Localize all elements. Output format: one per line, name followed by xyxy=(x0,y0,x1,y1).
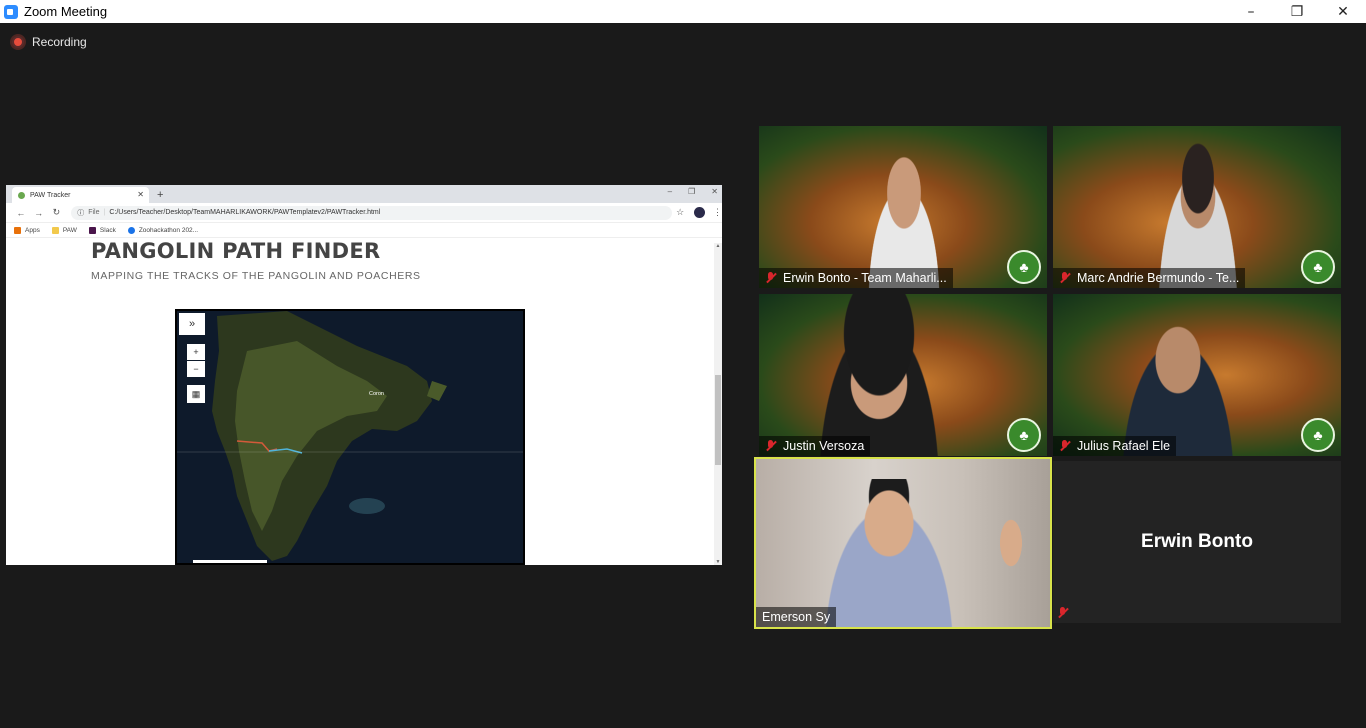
participant-name-tag: Justin Versoza xyxy=(759,436,871,456)
participant-tile[interactable]: ♣ Erwin Bonto - Team Maharli... xyxy=(759,126,1047,288)
satellite-map[interactable]: » + − ▦ Coron xyxy=(175,309,525,565)
url-text: C:/Users/Teacher/Desktop/TeamMAHARLIKAWO… xyxy=(109,209,381,216)
bookmark-star-icon[interactable]: ☆ xyxy=(676,207,684,218)
back-button[interactable]: ← xyxy=(12,208,30,218)
person-silhouette xyxy=(826,479,966,627)
participant-name-tag: Julius Rafael Ele xyxy=(1053,436,1177,456)
participant-name-placeholder: Erwin Bonto xyxy=(1141,531,1253,552)
tab-title: PAW Tracker xyxy=(30,191,71,199)
person-silhouette xyxy=(809,294,949,456)
close-button[interactable]: ✕ xyxy=(1320,0,1366,23)
map-zoom-in-button[interactable]: + xyxy=(187,344,205,360)
forward-button[interactable]: → xyxy=(30,208,48,218)
browser-restore-button[interactable]: ❐ xyxy=(688,187,695,196)
scroll-thumb[interactable] xyxy=(715,375,721,465)
window-title: Zoom Meeting xyxy=(24,4,108,19)
page-title: PANGOLIN PATH FINDER xyxy=(91,239,381,263)
slack-icon xyxy=(88,226,96,234)
participant-name-tag: Erwin Bonto - Team Maharli... xyxy=(759,268,953,288)
browser-close-button[interactable]: ✕ xyxy=(711,187,718,196)
new-tab-button[interactable]: + xyxy=(157,187,163,203)
tab-close-icon[interactable]: ✕ xyxy=(137,190,144,199)
folder-icon xyxy=(51,226,59,234)
shared-screen: PAW Tracker ✕ + – ❐ ✕ ← → ↻ ⓘ File | C:/… xyxy=(6,185,722,565)
scroll-down-icon[interactable]: ▼ xyxy=(714,559,722,565)
map-scale-bar xyxy=(193,560,267,563)
map-zoom-out-button[interactable]: − xyxy=(187,361,205,377)
bookmark-slack[interactable]: Slack xyxy=(88,226,116,234)
participant-name-tag: Emerson Sy xyxy=(756,607,837,627)
web-page: PANGOLIN PATH FINDER MAPPING THE TRACKS … xyxy=(6,239,714,565)
file-label: File xyxy=(88,209,100,216)
reload-button[interactable]: ↻ xyxy=(47,207,65,218)
participant-tile[interactable]: ♣ Julius Rafael Ele xyxy=(1053,294,1341,456)
mic-muted-icon xyxy=(1059,440,1071,452)
team-badge-icon: ♣ xyxy=(1007,250,1041,284)
minimize-button[interactable]: – xyxy=(1228,0,1274,23)
mic-muted-icon xyxy=(765,440,777,452)
participant-name: Julius Rafael Ele xyxy=(1077,439,1171,453)
bookmarks-bar: Apps PAW Slack Zoohackathon 202... xyxy=(6,223,722,238)
browser-toolbar: ← → ↻ ⓘ File | C:/Users/Teacher/Desktop/… xyxy=(6,203,722,223)
participant-name: Erwin Bonto - Team Maharli... xyxy=(783,271,947,285)
participant-name: Marc Andrie Bermundo - Te... xyxy=(1077,271,1240,285)
bookmark-zoohackathon[interactable]: Zoohackathon 202... xyxy=(127,226,198,234)
page-scrollbar[interactable]: ▲ ▼ xyxy=(714,243,722,565)
person-silhouette xyxy=(1148,136,1248,288)
window-controls: – ❐ ✕ xyxy=(1228,0,1366,23)
more-menu-icon[interactable]: ⋮ xyxy=(713,207,722,218)
participant-tile[interactable]: ♣ Justin Versoza xyxy=(759,294,1047,456)
team-badge-icon: ♣ xyxy=(1301,418,1335,452)
zoohackathon-icon xyxy=(127,226,135,234)
participant-name-tag: Marc Andrie Bermundo - Te... xyxy=(1053,268,1246,288)
zoom-app-icon xyxy=(4,4,18,19)
bookmark-paw[interactable]: PAW xyxy=(51,226,77,234)
browser-window-controls: – ❐ ✕ xyxy=(668,187,718,196)
participant-tile[interactable]: Erwin Bonto xyxy=(1053,461,1341,623)
mic-muted-icon xyxy=(1059,272,1071,284)
raised-hand xyxy=(994,519,1028,579)
active-speaker-tile[interactable]: Emerson Sy xyxy=(754,457,1052,629)
address-bar[interactable]: ⓘ File | C:/Users/Teacher/Desktop/TeamMA… xyxy=(71,205,673,220)
map-place-label: Coron xyxy=(369,391,384,397)
browser-tab[interactable]: PAW Tracker ✕ xyxy=(12,187,149,203)
participant-name: Justin Versoza xyxy=(783,439,865,453)
profile-avatar[interactable] xyxy=(694,207,706,218)
browser-minimize-button[interactable]: – xyxy=(668,187,672,196)
zoom-title-bar: Zoom Meeting – ❐ ✕ xyxy=(0,0,1366,23)
page-subtitle: MAPPING THE TRACKS OF THE PANGOLIN AND P… xyxy=(91,270,421,282)
recording-label: Recording xyxy=(32,35,87,49)
team-badge-icon: ♣ xyxy=(1301,250,1335,284)
mic-muted-icon xyxy=(1057,607,1069,619)
address-separator: | xyxy=(103,209,106,216)
tab-favicon-icon xyxy=(18,191,25,199)
scroll-up-icon[interactable]: ▲ xyxy=(714,243,722,249)
participant-tile[interactable]: ♣ Marc Andrie Bermundo - Te... xyxy=(1053,126,1341,288)
apps-grid-icon xyxy=(14,226,21,234)
participant-name: Emerson Sy xyxy=(762,610,831,624)
recording-indicator[interactable]: Recording xyxy=(12,35,87,49)
map-layers-toggle[interactable]: » xyxy=(179,313,205,335)
map-qr-icon[interactable]: ▦ xyxy=(187,385,205,403)
mic-muted-icon xyxy=(765,272,777,284)
browser-tab-strip: PAW Tracker ✕ + – ❐ ✕ xyxy=(6,185,722,203)
site-info-icon[interactable]: ⓘ xyxy=(77,208,84,218)
bookmark-apps[interactable]: Apps xyxy=(14,226,40,234)
island-map-graphic xyxy=(177,311,523,561)
restore-button[interactable]: ❐ xyxy=(1274,0,1320,23)
recording-dot-icon xyxy=(12,36,24,48)
team-badge-icon: ♣ xyxy=(1007,418,1041,452)
participant-name-tag xyxy=(1053,603,1081,623)
